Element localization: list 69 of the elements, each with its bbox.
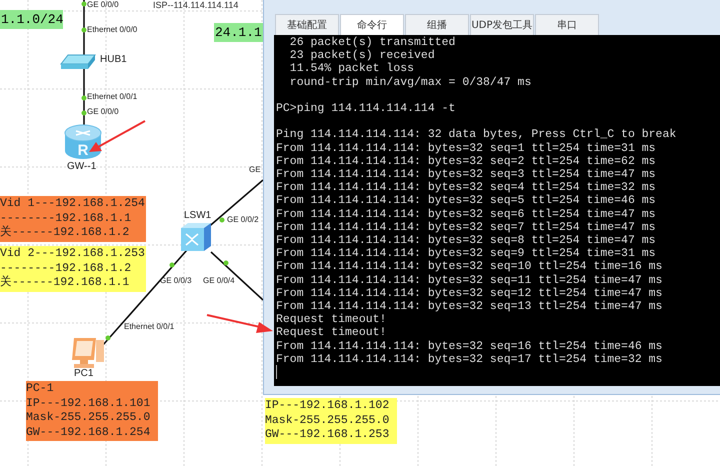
window-tab[interactable]: 基础配置: [275, 14, 339, 35]
terminal-line: 11.54% packet loss: [288, 62, 416, 76]
hub-icon[interactable]: [60, 54, 96, 70]
port-label: GE 0/0/2: [227, 215, 259, 225]
port-label: Ethernet 0/0/1: [124, 322, 174, 332]
port-dot: [170, 262, 174, 268]
terminal-line: 23 packet(s) received: [288, 49, 436, 62]
port-label: GE 0/0/4: [203, 276, 235, 286]
terminal-line: From 114.114.114.114: bytes=32 seq=4 ttl=254 time=32 ms: [276, 181, 657, 194]
terminal-line: Request timeout!: [276, 313, 388, 326]
window-tab[interactable]: 命令行: [340, 14, 404, 35]
note-line: IP---192.168.1.101: [26, 396, 152, 411]
note-line: Vid 1---192.168.1.254: [0, 197, 146, 212]
window-tab[interactable]: 串口: [535, 14, 599, 35]
terminal-line: From 114.114.114.114: bytes=32 seq=3 ttl=254 time=47 ms: [276, 168, 657, 182]
terminal-line: 26 packet(s) transmitted: [288, 36, 456, 50]
note-line: GW---192.168.1.254: [26, 426, 152, 440]
terminal-line: From 114.114.114.114: bytes=32 seq=7 ttl=254 time=47 ms: [276, 220, 657, 234]
port-dot: [224, 260, 228, 266]
subnet-tag: 1.1.0/24: [0, 10, 63, 29]
port-dot: [82, 2, 86, 6]
note-line: 关------192.168.1.1: [0, 276, 130, 290]
note-line: --------192.168.1.1: [0, 212, 132, 226]
terminal-line: From 114.114.114.114: bytes=32 seq=1 ttl=254 time=31 ms: [276, 142, 657, 155]
window-tab[interactable]: UDP发包工具: [470, 14, 534, 35]
port-dot: [220, 218, 224, 222]
terminal-line: From 114.114.114.114: bytes=32 seq=5 ttl=254 time=46 ms: [276, 194, 657, 208]
port-label: Ethernet 0/0/1: [87, 92, 138, 102]
note-line: IP---192.168.1.102: [265, 399, 390, 414]
terminal-line: From 114.114.114.114: bytes=32 seq=10 ttl=254 time=16 ms: [276, 260, 664, 274]
port-label: GE: [249, 165, 261, 175]
device-label: HUB1: [100, 54, 127, 66]
terminal-line: round-trip min/avg/max = 0/38/47 ms: [288, 76, 532, 89]
note-line: Mask-255.255.255.0: [265, 414, 390, 428]
note-line: PC-1: [26, 382, 55, 396]
terminal-line: From 114.114.114.114: bytes=32 seq=16 ttl=254 time=46 ms: [276, 340, 664, 353]
switch-icon[interactable]: [180, 222, 212, 252]
text-cursor: [276, 365, 277, 379]
device-label: GW--1: [67, 161, 96, 173]
terminal-line: Ping 114.114.114.114: 32 data bytes, Press Ctrl_C to break: [276, 128, 678, 142]
terminal-line: From 114.114.114.114: bytes=32 seq=6 ttl=254 time=47 ms: [276, 208, 657, 221]
port-dot: [82, 28, 86, 32]
pointer-arrow: [206, 314, 274, 336]
note-line: Mask-255.255.255.0: [26, 411, 152, 426]
device-label: LSW1: [184, 210, 212, 222]
terminal-line: From 114.114.114.114: bytes=32 seq=8 ttl=254 time=47 ms: [276, 234, 657, 248]
terminal-line: From 114.114.114.114: bytes=32 seq=13 ttl=254 time=47 ms: [276, 300, 664, 314]
terminal-line: From 114.114.114.114: bytes=32 seq=2 ttl=254 time=62 ms: [276, 154, 657, 168]
window-tab[interactable]: 组播: [405, 14, 469, 35]
terminal-line: From 114.114.114.114: bytes=32 seq=12 ttl=254 time=47 ms: [276, 286, 664, 300]
note-line: --------192.168.1.2: [0, 262, 132, 276]
terminal-line: From 114.114.114.114: bytes=32 seq=9 ttl=254 time=31 ms: [276, 247, 657, 260]
note-line: 关------192.168.1.2: [0, 226, 130, 240]
note-line: Vid 2---192.168.1.253: [0, 247, 146, 262]
pointer-arrow: [88, 120, 146, 154]
port-label: GE 0/0/0: [87, 0, 119, 10]
port-label: GE 0/0/0: [87, 107, 119, 117]
port-dot: [82, 110, 86, 116]
note-line: GW---192.168.1.253: [265, 428, 390, 442]
terminal-line: From 114.114.114.114: bytes=32 seq=11 ttl=254 time=47 ms: [276, 274, 664, 287]
port-label: Ethernet 0/0/0: [87, 25, 138, 35]
port-dot: [82, 96, 86, 100]
terminal-line: From 114.114.114.114: bytes=32 seq=17 ttl=254 time=32 ms: [276, 352, 664, 366]
terminal-line: PC>ping 114.114.114.114 -t: [276, 102, 456, 116]
terminal-line: Request timeout!: [276, 326, 388, 340]
port-label: GE 0/0/3: [160, 276, 192, 286]
device-label: PC1: [74, 368, 94, 380]
port-dot: [106, 336, 110, 340]
isp-label: ISP--114.114.114.114: [153, 0, 238, 10]
